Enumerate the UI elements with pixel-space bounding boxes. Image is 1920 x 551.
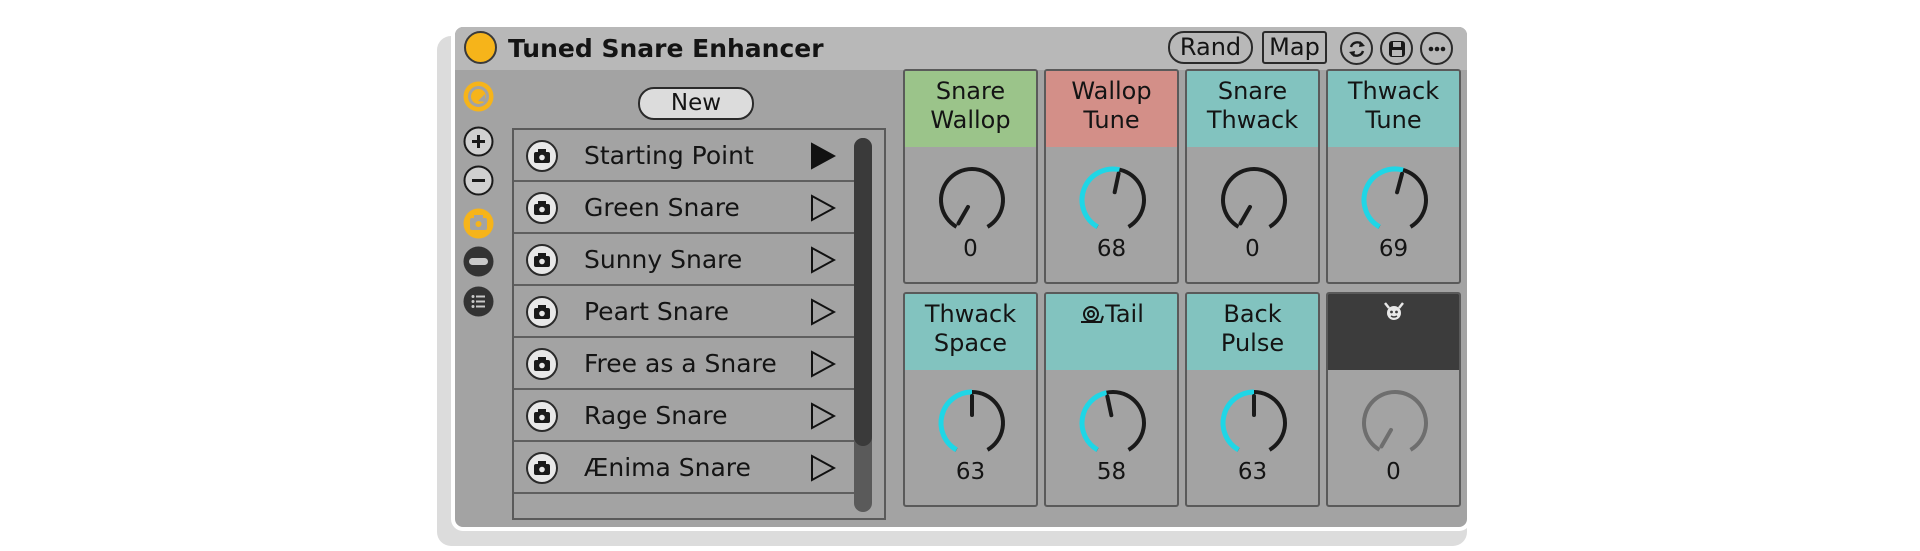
camera-icon — [526, 244, 558, 276]
macro-knob-label — [1328, 294, 1459, 370]
camera-icon — [526, 140, 558, 172]
device-title: Tuned Snare Enhancer — [508, 34, 824, 63]
preset-label: Starting Point — [584, 141, 754, 170]
macro-knob-value: 69 — [1378, 236, 1409, 262]
preset-row[interactable]: Sunny Snare — [514, 234, 857, 286]
camera-icon — [526, 192, 558, 224]
macro-knob-label: Back Pulse — [1187, 294, 1318, 370]
macro-knob[interactable] — [1076, 163, 1150, 237]
device-panel: Tuned Snare Enhancer Rand Map New Starti… — [451, 23, 1471, 531]
play-icon[interactable] — [810, 298, 836, 326]
macro-knob-label: Thwack Space — [905, 294, 1036, 370]
macro-knob-cell: Tail 58 — [1044, 292, 1179, 507]
macro-knob[interactable] — [1217, 386, 1291, 460]
macro-knob-label: Wallop Tune — [1046, 71, 1177, 147]
random-icon[interactable] — [462, 245, 495, 278]
macro-knob[interactable] — [935, 386, 1009, 460]
refresh-icon[interactable] — [1340, 32, 1373, 65]
macro-knob-cell: Wallop Tune 68 — [1044, 69, 1179, 284]
snail-icon — [1081, 305, 1105, 323]
preset-row[interactable]: Ænima Snare — [514, 442, 857, 494]
macro-knob-value: 58 — [1096, 459, 1127, 485]
undo-icon[interactable] — [462, 80, 495, 113]
map-button[interactable]: Map — [1262, 31, 1327, 64]
devil-icon — [1383, 302, 1404, 320]
macro-knob[interactable] — [1076, 386, 1150, 460]
preset-row[interactable]: Green Snare — [514, 182, 857, 234]
macro-knob-value: 0 — [963, 236, 978, 262]
macro-knob — [1362, 390, 1428, 452]
camera-icon — [526, 348, 558, 380]
macro-knob-value: 0 — [1386, 459, 1401, 485]
preset-list: Starting Point Green Snare Sunny Snare P… — [512, 128, 886, 520]
macro-knob-label: Snare Wallop — [905, 71, 1036, 147]
macro-knob-cell: Back Pulse 63 — [1185, 292, 1320, 507]
preset-row[interactable]: Peart Snare — [514, 286, 857, 338]
camera-icon — [526, 452, 558, 484]
macro-knob-value: 68 — [1096, 236, 1127, 262]
play-icon[interactable] — [810, 454, 836, 482]
rand-button[interactable]: Rand — [1168, 31, 1253, 64]
play-icon[interactable] — [810, 194, 836, 222]
macro-knob-value: 63 — [1237, 459, 1268, 485]
macro-knob-label: Thwack Tune — [1328, 71, 1459, 147]
camera-icon — [526, 400, 558, 432]
macro-knob-cell: 0 — [1326, 292, 1461, 507]
play-icon[interactable] — [810, 142, 836, 170]
more-icon[interactable] — [1420, 32, 1453, 65]
save-icon[interactable] — [1380, 32, 1413, 65]
macro-knob-label: Tail — [1046, 294, 1177, 370]
preset-scrollbar[interactable] — [854, 138, 872, 512]
preset-row[interactable]: Starting Point — [514, 130, 857, 182]
macro-knob-cell: Thwack Space 63 — [903, 292, 1038, 507]
new-preset-button[interactable]: New — [638, 87, 754, 120]
device-power-button[interactable] — [464, 31, 497, 64]
macro-knob-cell: Snare Thwack 0 — [1185, 69, 1320, 284]
macro-knob-value: 0 — [1245, 236, 1260, 262]
macro-knob[interactable] — [1358, 163, 1432, 237]
macro-knob-cell: Thwack Tune 69 — [1326, 69, 1461, 284]
macro-knob[interactable] — [935, 163, 1009, 237]
preset-label: Peart Snare — [584, 297, 730, 326]
list-icon[interactable] — [462, 285, 495, 318]
preset-label: Free as a Snare — [584, 349, 777, 378]
macro-knob-cell: Snare Wallop 0 — [903, 69, 1038, 284]
preset-label: Rage Snare — [584, 401, 728, 430]
camera-icon[interactable] — [462, 207, 495, 240]
macro-knob[interactable] — [1217, 163, 1291, 237]
play-icon[interactable] — [810, 402, 836, 430]
preset-label: Green Snare — [584, 193, 740, 222]
play-icon[interactable] — [810, 246, 836, 274]
plus-icon[interactable] — [462, 125, 495, 158]
macro-knob-label-text: Tail — [1105, 300, 1144, 328]
preset-row[interactable]: Rage Snare — [514, 390, 857, 442]
preset-scrollbar-thumb[interactable] — [854, 138, 872, 446]
minus-icon[interactable] — [462, 164, 495, 197]
preset-label: Ænima Snare — [584, 453, 751, 482]
macro-knob-label: Snare Thwack — [1187, 71, 1318, 147]
play-icon[interactable] — [810, 350, 836, 378]
preset-row[interactable]: Free as a Snare — [514, 338, 857, 390]
title-bar: Tuned Snare Enhancer Rand Map — [455, 27, 1467, 70]
preset-label: Sunny Snare — [584, 245, 743, 274]
macro-knob-value: 63 — [955, 459, 986, 485]
camera-icon — [526, 296, 558, 328]
